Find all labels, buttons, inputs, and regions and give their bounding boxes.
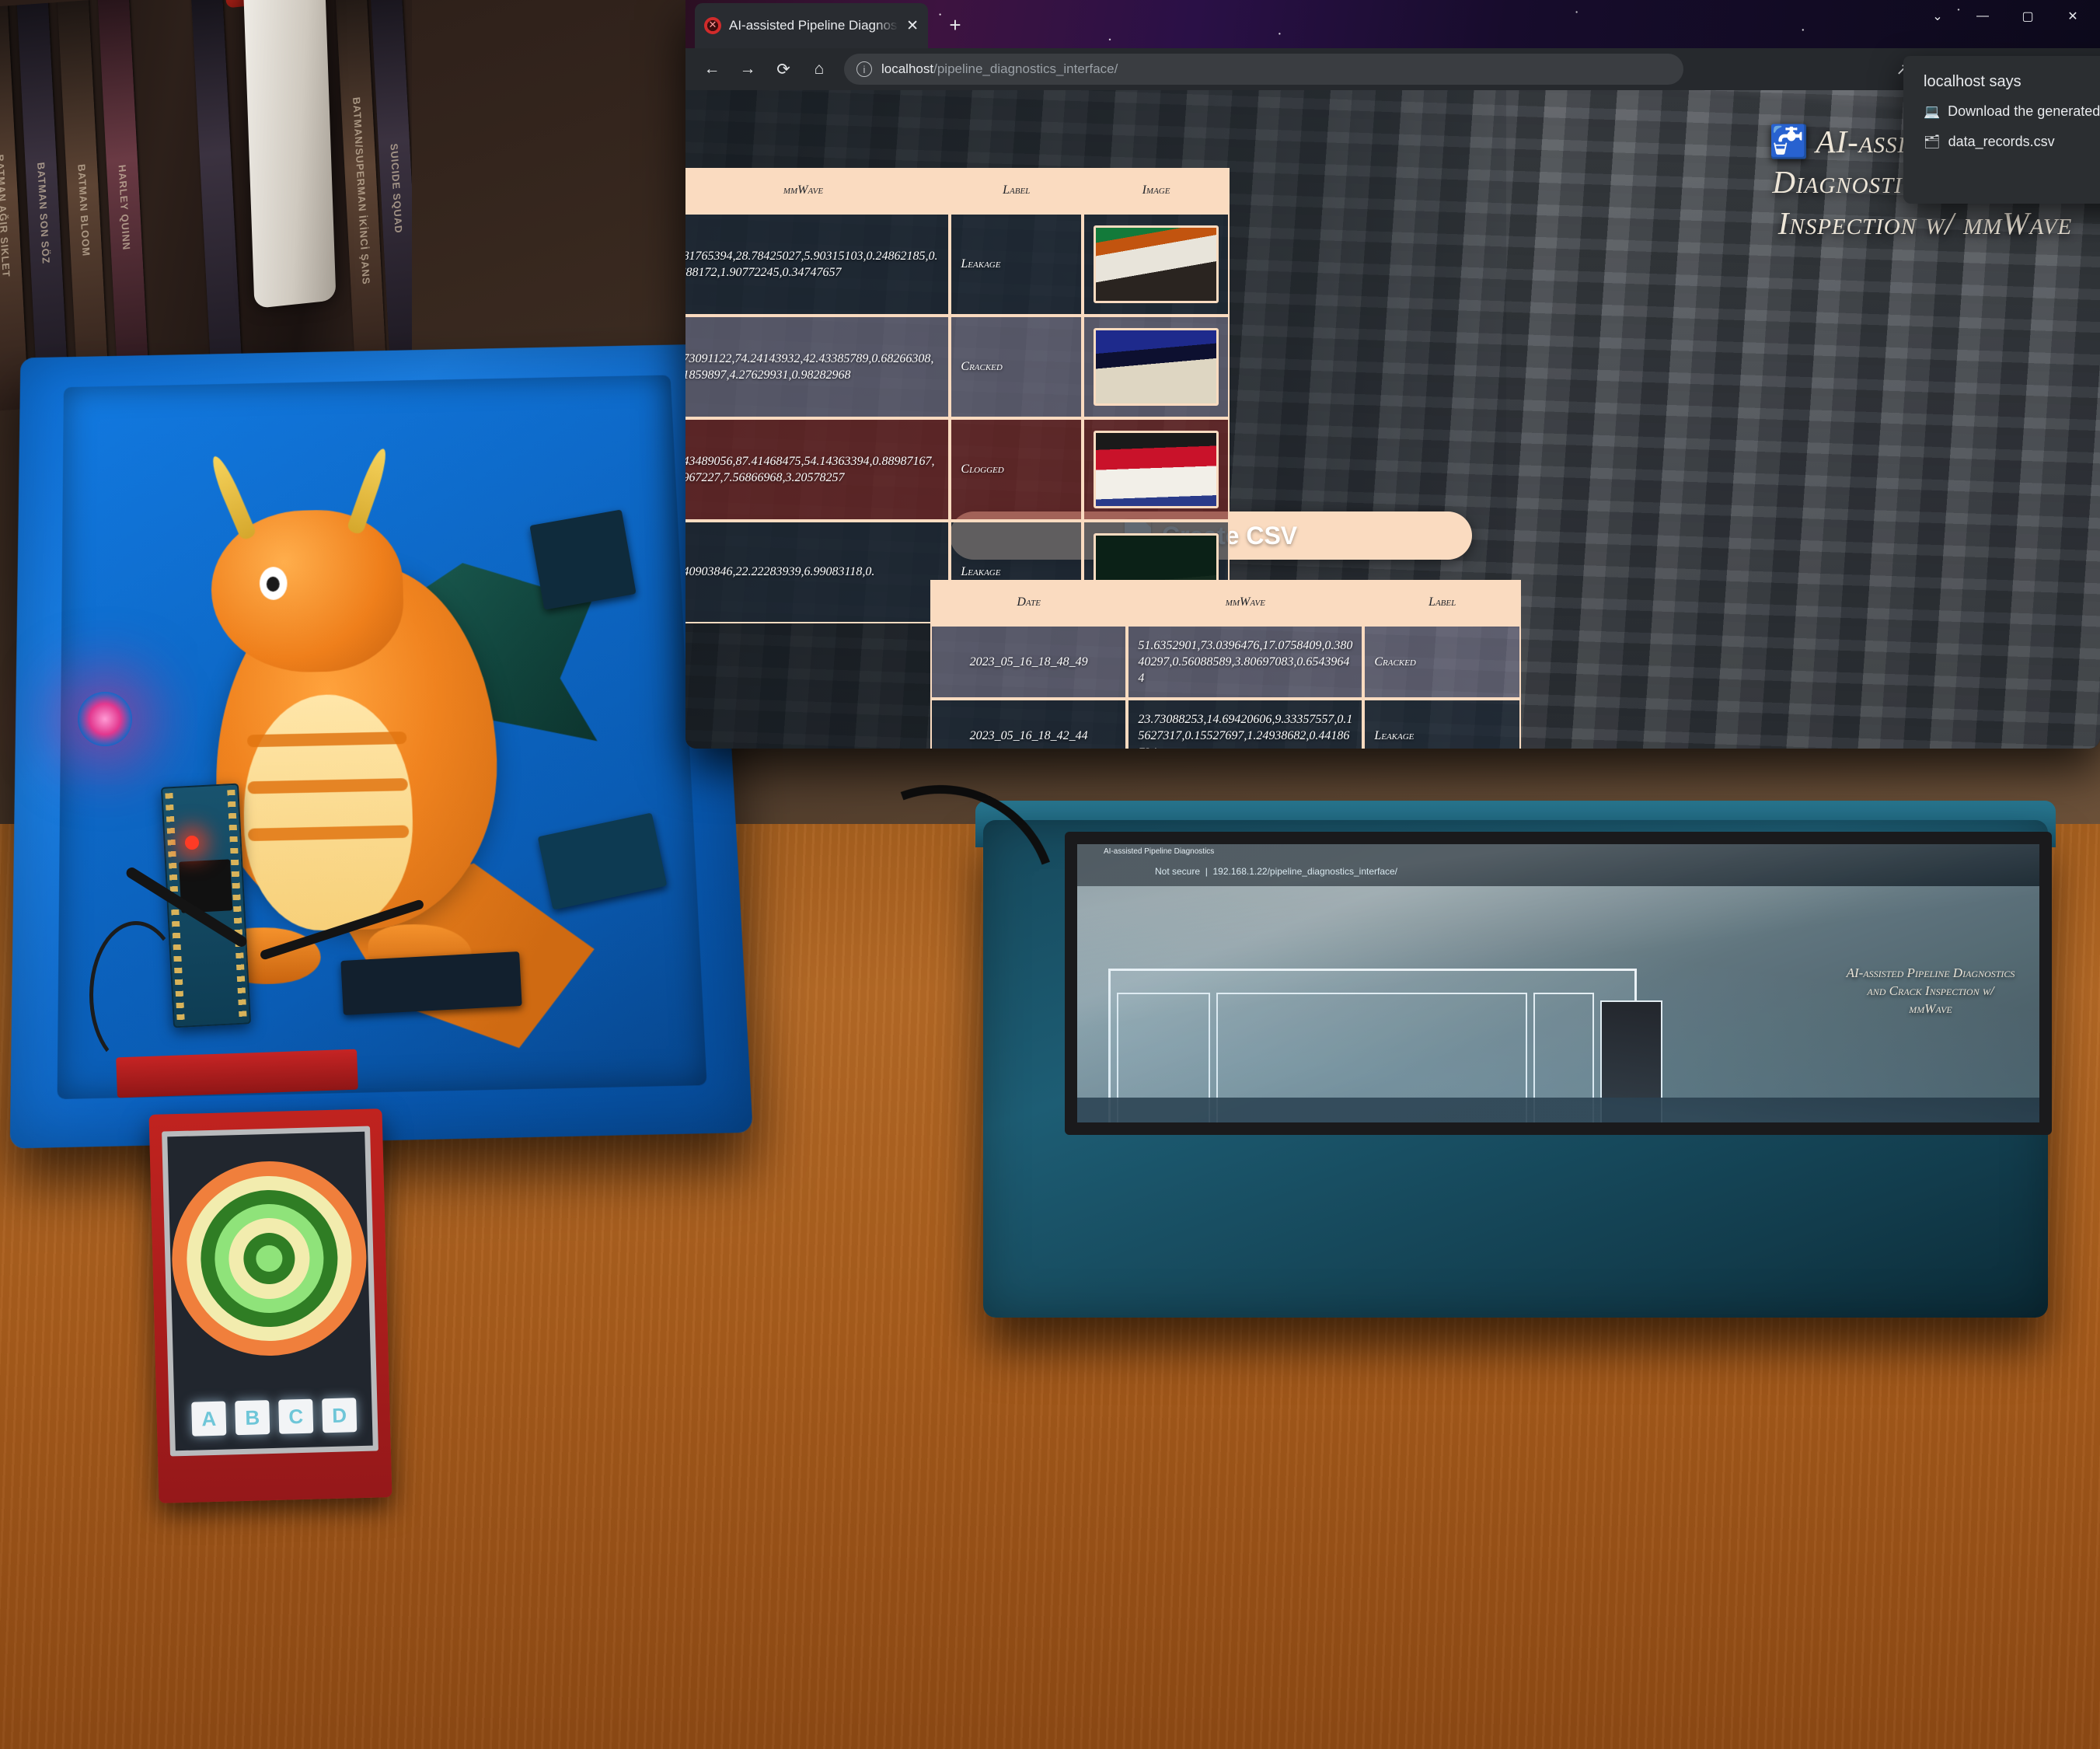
cell-label: Cracked	[950, 316, 1083, 418]
dialog-title: localhost says	[1924, 73, 2022, 90]
wire-loop	[89, 921, 183, 1069]
browser-tab[interactable]: AI-assisted Pipeline Diagnostics a ✕	[695, 3, 928, 48]
records-table-main-body: 2023_05_16_18_57_4015.81765394,28.784250…	[685, 213, 1230, 623]
comic-bookshelf: BATMAN AĞIR SIKLET BATMAN SON SÖZ BATMAN…	[0, 0, 412, 411]
browser-toolbar: ← → ⟳ ⌂ i localhost/pipeline_diagnostics…	[685, 48, 2100, 90]
column-header-date: Date	[930, 580, 1128, 625]
page-favicon-icon	[704, 16, 721, 34]
address-bar[interactable]: i localhost/pipeline_diagnostics_interfa…	[844, 54, 1683, 85]
table-row: 2023_05_16_18_42_44 23.73088253,14.694206…	[930, 699, 1521, 749]
table-header-row: Date mmWave Label Image	[685, 168, 1230, 213]
record-thumbnail	[1094, 225, 1219, 303]
violet-led-glow	[78, 692, 132, 746]
table-row: 2023_05_16_18_56_3762.73091122,74.241439…	[685, 316, 1230, 418]
page-viewport: 🚰AI-assisted Pipeline Diagnostics and Cr…	[685, 90, 2100, 749]
sensor-module-pcb	[529, 509, 637, 610]
close-tab-icon[interactable]: ✕	[906, 17, 919, 35]
cell-image	[1083, 316, 1230, 418]
cell-date: 2023_05_16_18_42_44	[930, 699, 1128, 749]
records-table-side-wrapper: Date mmWave Label 2023_05_16_18_48_49 51.…	[930, 580, 1521, 749]
cell-image	[1083, 213, 1230, 316]
close-window-button[interactable]: ✕	[2050, 0, 2095, 33]
records-table-main: Date mmWave Label Image 2023_05_16_18_57…	[685, 168, 1230, 623]
back-icon[interactable]: ←	[696, 54, 727, 85]
cell-mmwave: 23.73088253,14.69420606,9.33357557,0.156…	[1127, 699, 1364, 749]
minimize-button[interactable]: —	[1960, 0, 2005, 33]
record-thumbnail	[1094, 431, 1219, 508]
dialog-message: Download the generated CSV file!	[1948, 103, 2100, 119]
column-header-label: Label	[950, 168, 1083, 213]
column-header-label: Label	[1363, 580, 1521, 625]
records-table-main-wrapper: Date mmWave Label Image 2023_05_16_18_57…	[685, 168, 1230, 623]
tft-button-b[interactable]: B	[235, 1400, 270, 1436]
book-spine-label: HARLEY QUINN	[116, 163, 133, 251]
cell-label: Clogged	[950, 418, 1083, 521]
records-table-side-body: 2023_05_16_18_48_49 51.6352901,73.0396476…	[930, 625, 1521, 749]
column-header-mmwave: mmWave	[685, 168, 951, 213]
table-row: 2023_05_16_18_57_4015.81765394,28.784250…	[685, 213, 1230, 316]
book-spine	[189, 0, 246, 411]
book-spine-label: BATMAN/SUPERMAN İKİNCİ ŞANS	[351, 96, 372, 286]
tab-search-chevron-icon[interactable]: ⌄	[1915, 0, 1960, 33]
book-spine-label: BATMAN AĞIR SIKLET	[0, 153, 12, 278]
tab-title: AI-assisted Pipeline Diagnostics a	[729, 18, 898, 33]
url-host: localhost	[881, 61, 934, 76]
dialog-message-row: 💻 Download the generated CSV file!	[1924, 103, 2100, 120]
column-header-image: Image	[1083, 168, 1230, 213]
tft-display-board: A B C D	[148, 1108, 392, 1503]
new-tab-button[interactable]: +	[942, 12, 968, 39]
site-info-icon[interactable]: i	[856, 61, 872, 77]
table-header-row: Date mmWave Label	[930, 580, 1521, 625]
address-bar-text: localhost/pipeline_diagnostics_interface…	[881, 61, 1118, 77]
reload-icon[interactable]: ⟳	[768, 54, 799, 85]
tft-button-d[interactable]: D	[322, 1398, 358, 1433]
book-spine-label: BATMAN BLOOM	[75, 163, 92, 257]
red-led	[185, 836, 199, 850]
tft-screen: A B C D	[162, 1126, 378, 1457]
folder-icon: 🗂	[1924, 134, 1941, 149]
cell-image	[1083, 418, 1230, 521]
home-icon[interactable]: ⌂	[804, 54, 835, 85]
cell-date: 2023_05_16_18_48_49	[930, 625, 1128, 700]
forward-icon[interactable]: →	[732, 54, 763, 85]
url-path: /pipeline_diagnostics_interface/	[933, 61, 1118, 76]
maximize-button[interactable]: ▢	[2005, 0, 2050, 33]
monitor-glare	[1077, 844, 2039, 1122]
dialog-file-row: 🗂 data_records.csv	[1924, 134, 2100, 150]
cell-mmwave: 24.40903846,22.22283939,6.99083118,0.	[685, 521, 951, 623]
cell-mmwave: 62.73091122,74.24143932,42.43385789,0.68…	[685, 316, 951, 418]
breakout-board	[340, 951, 522, 1015]
cell-mmwave: 51.6352901,73.0396476,17.0758409,0.38040…	[1127, 625, 1364, 700]
tft-button-a[interactable]: A	[191, 1401, 227, 1437]
dragon-horn	[346, 446, 392, 536]
table-row: 2023_05_16_18_48_49 51.6352901,73.0396476…	[930, 625, 1521, 700]
laptop-icon: 💻	[1924, 103, 1941, 119]
cell-mmwave: 78.43489056,87.41468475,54.14363394,0.88…	[685, 418, 951, 521]
book-spine-label: BATMAN SON SÖZ	[35, 161, 52, 265]
records-table-side: Date mmWave Label 2023_05_16_18_48_49 51.…	[930, 580, 1521, 749]
tab-strip: AI-assisted Pipeline Diagnostics a ✕ + ⌄…	[685, 0, 2100, 48]
tft-button-c[interactable]: C	[278, 1398, 314, 1434]
cell-mmwave: 15.81765394,28.78425027,5.90315103,0.248…	[685, 213, 951, 316]
table-row: 2023_05_16_18_55_5078.43489056,87.414684…	[685, 418, 1230, 521]
column-header-mmwave: mmWave	[1127, 580, 1364, 625]
window-controls: ⌄ — ▢ ✕	[1915, 0, 2095, 33]
white-figurine	[242, 0, 337, 309]
cell-label: Leakage	[1363, 699, 1521, 749]
record-thumbnail	[1094, 328, 1219, 406]
javascript-alert-dialog: localhost says 💻 Download the generated …	[1903, 56, 2100, 204]
cell-label: Leakage	[950, 213, 1083, 316]
dialog-file-name: data_records.csv	[1948, 134, 2055, 149]
chrome-browser-window: AI-assisted Pipeline Diagnostics a ✕ + ⌄…	[685, 0, 2100, 749]
dragon-horn	[207, 453, 258, 542]
cell-label: Cracked	[1363, 625, 1521, 700]
faucet-icon: 🚰	[1769, 124, 1810, 159]
wide-monitor: AI-assisted Pipeline Diagnostics Not sec…	[1065, 832, 2052, 1135]
book-spine-label: SUICIDE SQUAD	[388, 142, 405, 235]
